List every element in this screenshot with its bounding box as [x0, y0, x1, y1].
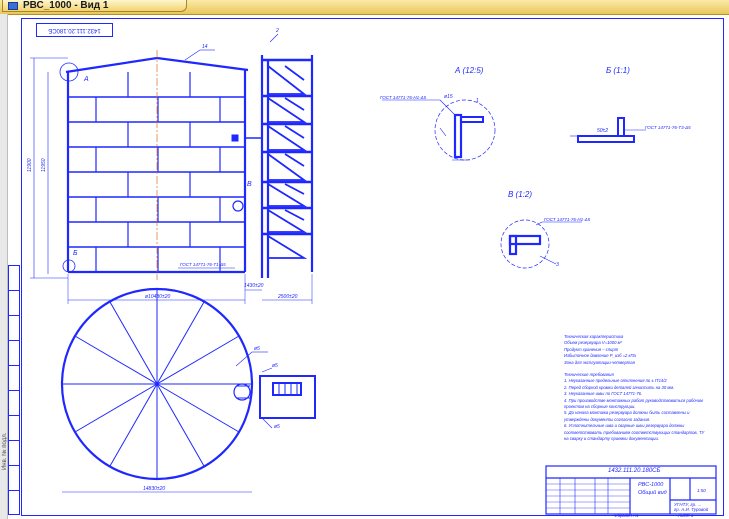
plan-label-1: ø5 [254, 346, 260, 352]
technical-notes: Техническая характеристика Объем резерву… [564, 334, 714, 443]
weld-note-a: ГОСТ 14771-76-Н1-Δ5 [380, 95, 427, 100]
dim-stair-offset: 1430±20 [244, 283, 264, 289]
title-block-format: Формат А1 [614, 513, 639, 518]
detail-view-a [382, 99, 496, 161]
plan-stair-platform [259, 375, 316, 419]
callout-a: А [84, 76, 89, 83]
weld-note-v: ГОСТ 14771-76-Н1-Δ5 [544, 217, 591, 222]
leader-label-14: 14 [202, 44, 208, 50]
dim-diameter-main: ø10430±20 [145, 294, 171, 300]
view-label-a: А (12:5) [455, 66, 484, 75]
title-block-org2: гр. А.И. Туровой [674, 507, 709, 512]
callout-v: В [247, 181, 252, 188]
title-block-sheet: Лист 1 [678, 513, 694, 518]
callout-circle-v [232, 200, 244, 212]
weld-note-b: ГОСТ 14771-76-Т3-Δ5 [645, 125, 691, 130]
plan-label-2: ø5 [272, 363, 278, 369]
weld-note-main: ГОСТ 14771-76-Т1-Δ5 [180, 262, 226, 267]
notes-req-10: на сварку и стандарту приемки документац… [564, 436, 659, 442]
title-block-code: 1432.111.20.180СБ [608, 468, 661, 474]
view-label-b: Б (1:1) [606, 66, 630, 75]
view-label-v: В (1:2) [508, 190, 533, 199]
title-block-name: РВС-1000 [638, 482, 664, 488]
dim-height-shell: 11950 [41, 158, 47, 172]
callout-b: Б [73, 250, 78, 257]
detail-view-v [500, 219, 582, 269]
dim-plan-diameter: 14830±20 [143, 486, 166, 492]
plan-label-3: ø5 [274, 424, 280, 430]
dim-stair-width: 2500±20 [278, 294, 298, 300]
title-block-subname: Общий вид [638, 490, 667, 496]
stair-tower [260, 55, 314, 278]
leader-label-1: 1 [476, 98, 479, 104]
dim-detail-b1: 50±2 [597, 128, 609, 134]
dim-height-overall: 11900 [27, 158, 33, 172]
leader-label-2: 2 [276, 28, 279, 34]
dim-detail-a1: ø15 [444, 94, 453, 100]
stair-landings [262, 58, 312, 236]
leader-label-3: 3 [556, 262, 559, 268]
title-block-scale: 1:50 [697, 488, 706, 493]
shell-courses [68, 96, 245, 248]
